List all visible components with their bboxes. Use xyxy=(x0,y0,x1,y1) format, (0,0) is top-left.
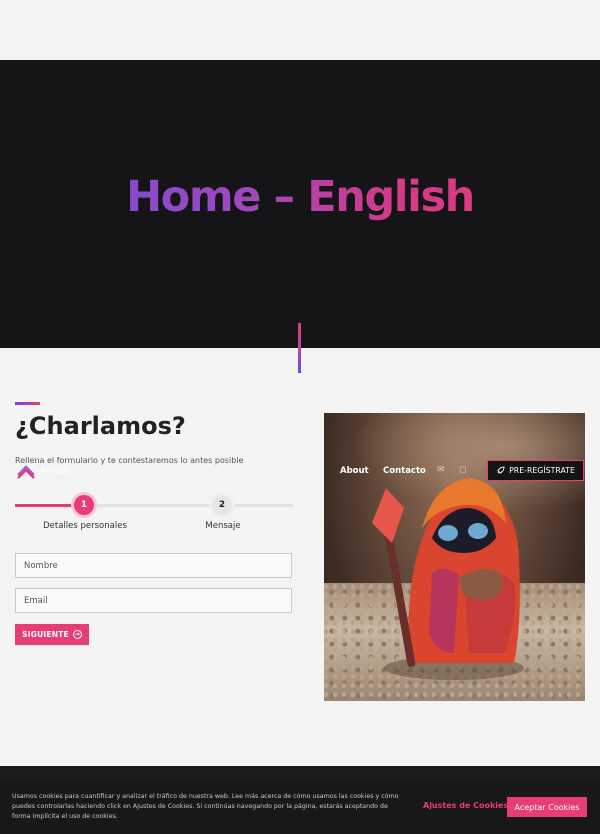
hero-divider xyxy=(298,323,301,373)
cookie-settings-link[interactable]: Ajustes de Cookies xyxy=(423,801,508,810)
logo-text[interactable]: Arcade xyxy=(40,466,71,475)
section-accent-line xyxy=(15,402,40,405)
step-2-label: Mensaje xyxy=(205,521,241,531)
step-1-label: Detalles personales xyxy=(43,521,127,531)
rocket-icon xyxy=(497,466,505,474)
pre-register-button[interactable]: PRE-REGÍSTRATE xyxy=(487,460,584,481)
name-field[interactable] xyxy=(15,553,292,578)
next-button-label: SIGUIENTE xyxy=(22,630,69,639)
instagram-icon[interactable]: ◻ xyxy=(459,465,466,475)
contact-heading: ¿Charlamos? xyxy=(15,412,186,440)
cookie-banner-text: Usamos cookies para cuantificar y analiz… xyxy=(12,793,399,820)
pre-register-label: PRE-REGÍSTRATE xyxy=(509,466,575,475)
arrow-right-circle-icon: → xyxy=(72,630,82,639)
email-field[interactable] xyxy=(15,588,292,613)
nav-link-about[interactable]: About xyxy=(340,466,369,476)
figurine-photo xyxy=(324,413,585,701)
twitter-icon[interactable]: ✉ xyxy=(437,465,445,475)
figurine-illustration xyxy=(372,478,524,680)
cookie-banner-shadow xyxy=(0,766,600,779)
nav-link-contacto[interactable]: Contacto xyxy=(383,466,426,476)
hero-title: Home – English xyxy=(0,172,600,222)
chevron-up-logo-icon[interactable] xyxy=(16,463,36,479)
accept-cookies-button[interactable]: Aceptar Cookies xyxy=(507,797,587,817)
step-2-indicator[interactable]: 2 xyxy=(212,495,232,515)
step-1-indicator[interactable]: 1 xyxy=(74,495,94,515)
next-button[interactable]: SIGUIENTE → xyxy=(15,624,89,645)
